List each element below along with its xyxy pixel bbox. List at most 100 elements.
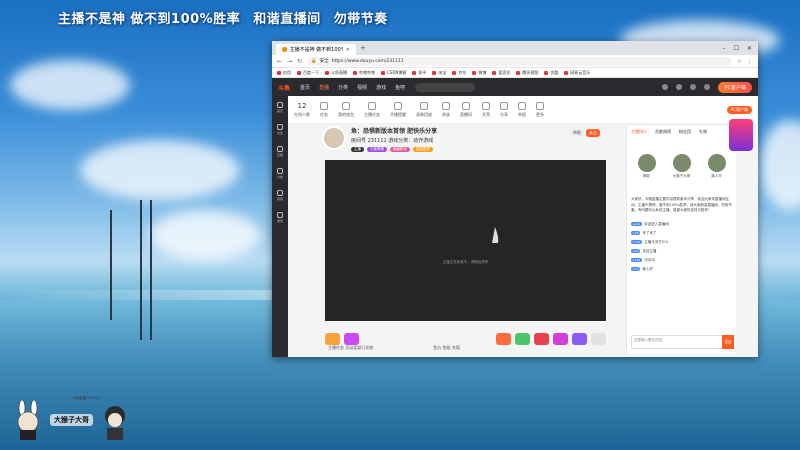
bookmark-label: CSDN博客 bbox=[387, 69, 407, 75]
chat-tab[interactable]: 粉丝团 bbox=[679, 129, 691, 135]
close-tab-icon[interactable]: ✕ bbox=[346, 47, 350, 53]
site-nav-item[interactable]: 游戏 bbox=[376, 84, 386, 91]
bottom-right-label[interactable]: 鱼丸 鱼翅 充值 bbox=[433, 345, 460, 351]
gift-item[interactable] bbox=[515, 333, 530, 345]
bookmark-item[interactable]: 微博 bbox=[472, 70, 486, 76]
bookmark-icon bbox=[564, 70, 569, 75]
bookmark-label: 知乎 bbox=[418, 69, 427, 75]
left-rail-item[interactable]: 分类 bbox=[272, 162, 288, 184]
side-promo-banner[interactable] bbox=[729, 119, 753, 151]
watermark-name: 大猴子大哥 bbox=[50, 414, 93, 426]
left-rail-item[interactable]: 视频 bbox=[272, 184, 288, 206]
bottom-left-label: 主播任务 活动奖励已发放 bbox=[328, 345, 374, 350]
bookmark-item[interactable]: 网易云音乐 bbox=[564, 70, 590, 76]
gift-bar-label: 举报 bbox=[518, 111, 526, 117]
chat-message-text: 冲冲冲 bbox=[644, 257, 655, 262]
bookmark-item[interactable]: 斗鱼直播 bbox=[325, 70, 347, 76]
gift-bar-item[interactable]: 贵族 bbox=[442, 101, 450, 118]
gift-bar-item[interactable]: 开播提醒 bbox=[390, 101, 406, 118]
site-nav-item[interactable]: 首页 bbox=[300, 84, 310, 91]
fan-item[interactable]: 萌新 bbox=[637, 154, 656, 179]
left-rail-item[interactable]: 关注 bbox=[272, 118, 288, 140]
rail-label: 直播 bbox=[276, 152, 283, 157]
gift-item[interactable] bbox=[572, 333, 587, 345]
maximize-icon[interactable]: ☐ bbox=[734, 45, 739, 52]
chat-tab[interactable]: 礼物 bbox=[699, 129, 707, 135]
gift-bar-label: 开播提醒 bbox=[390, 111, 406, 117]
minimize-icon[interactable]: – bbox=[723, 45, 726, 52]
bookmark-item[interactable]: 爱奇艺 bbox=[492, 70, 510, 76]
fan-item[interactable]: 大猴子大哥 bbox=[672, 154, 691, 179]
gift-bar-item[interactable]: 录像回放 bbox=[416, 101, 432, 118]
bookmark-item[interactable]: 哔哩哔哩 bbox=[353, 70, 375, 76]
gift-item[interactable] bbox=[591, 333, 606, 345]
gift-bar-item[interactable]: 举报 bbox=[518, 101, 526, 118]
site-nav-item[interactable]: 直播 bbox=[319, 84, 329, 91]
chat-tab[interactable]: 贡献周榜 bbox=[655, 129, 671, 135]
streamer-avatar[interactable] bbox=[322, 126, 346, 150]
gift-bar-item[interactable]: 开黑 bbox=[482, 101, 490, 118]
reload-icon[interactable]: ↻ bbox=[297, 58, 302, 65]
send-button[interactable]: 发送 bbox=[722, 335, 734, 349]
gift-bar-item[interactable]: 直播间 bbox=[460, 101, 472, 118]
left-rail-item[interactable]: 首页 bbox=[272, 96, 288, 118]
menu-icon[interactable]: ⋮ bbox=[747, 58, 753, 65]
site-nav-item[interactable]: 视频 bbox=[357, 84, 367, 91]
video-player[interactable]: 主播正在休息中，请稍后再来 bbox=[325, 160, 606, 321]
close-window-icon[interactable]: ✕ bbox=[747, 45, 752, 52]
viewer-count: 12 在线人数 bbox=[294, 102, 310, 118]
bookmark-item[interactable]: CSDN博客 bbox=[381, 70, 406, 76]
overlay-line1: 主播不是神 做不到100%胜率 bbox=[58, 12, 241, 27]
site-logo[interactable]: 斗鱼 bbox=[278, 83, 290, 92]
main-content: 12 在线人数 任务 我的钱包 主播任务 开播提醒 录像回放 贵族 直播间 开黑 分享 举报 更多 … bbox=[288, 96, 758, 357]
rail-icon bbox=[277, 101, 283, 108]
follow-icon[interactable] bbox=[676, 84, 683, 90]
fan-avatar bbox=[707, 154, 726, 172]
gift-item[interactable] bbox=[534, 333, 549, 345]
back-icon[interactable]: ← bbox=[277, 58, 282, 65]
gift-bar-item[interactable]: 任务 bbox=[320, 101, 328, 118]
chat-input[interactable]: 这里输入聊天内容 bbox=[631, 335, 723, 349]
star-icon[interactable]: ☆ bbox=[737, 58, 742, 65]
gift-item[interactable] bbox=[496, 333, 511, 345]
site-search-input[interactable] bbox=[415, 82, 476, 92]
gift-bar-item[interactable]: 主播任务 bbox=[364, 101, 380, 118]
gift-item[interactable] bbox=[325, 333, 340, 345]
left-rail-item[interactable]: 直播 bbox=[272, 140, 288, 162]
gift-bar-label: 开黑 bbox=[482, 111, 490, 117]
gift-bar-item[interactable]: 更多 bbox=[536, 101, 544, 118]
site-nav-item[interactable]: 分类 bbox=[338, 84, 348, 91]
user-avatar-icon[interactable] bbox=[704, 84, 711, 90]
gift-bar-label: 任务 bbox=[320, 111, 328, 117]
bookmark-icon bbox=[452, 70, 457, 75]
gift-bar-item[interactable]: 我的钱包 bbox=[338, 101, 354, 118]
gift-bar-item[interactable]: 分享 bbox=[500, 101, 508, 118]
bookmark-item[interactable]: 淘宝 bbox=[432, 70, 446, 76]
promo-button[interactable]: PC客户端 bbox=[718, 81, 752, 93]
bookmark-icon bbox=[412, 70, 417, 75]
browser-tab[interactable]: 主播不是神 做不到100%胜率 和谐直播间 勿带节奏 ✕ bbox=[276, 44, 356, 55]
bookmark-item[interactable]: 腾讯视频 bbox=[516, 70, 538, 76]
history-icon[interactable] bbox=[662, 84, 669, 90]
fan-item[interactable]: 路人甲 bbox=[707, 154, 726, 179]
pc-client-button[interactable]: PC客户端 bbox=[726, 105, 752, 114]
chat-tab[interactable]: 主播排行 bbox=[631, 129, 647, 135]
power-pylon bbox=[110, 210, 112, 320]
forward-icon[interactable]: → bbox=[287, 58, 292, 65]
room-actions: 举报 关注 bbox=[570, 129, 600, 137]
bookmark-item[interactable]: 百度一下 bbox=[297, 70, 319, 76]
gift-item[interactable] bbox=[553, 333, 568, 345]
gift-item[interactable] bbox=[344, 333, 359, 345]
bookmark-item[interactable]: 应用 bbox=[277, 70, 291, 76]
message-icon[interactable] bbox=[690, 84, 697, 90]
report-button[interactable]: 举报 bbox=[570, 129, 584, 137]
follow-button[interactable]: 关注 bbox=[586, 129, 600, 137]
bookmark-item[interactable]: 知乎 bbox=[412, 70, 426, 76]
bookmark-item[interactable]: 优酷 bbox=[544, 70, 558, 76]
left-rail-item[interactable]: 游戏 bbox=[272, 206, 288, 228]
site-nav-item[interactable]: 鱼吧 bbox=[395, 84, 405, 91]
new-tab-button[interactable]: + bbox=[360, 44, 366, 52]
room-tag: 王者荣耀 bbox=[367, 147, 387, 152]
address-bar[interactable]: 🔒 安全 https://www.douyu.com/231111 bbox=[307, 56, 732, 66]
bookmark-item[interactable]: 京东 bbox=[452, 70, 466, 76]
